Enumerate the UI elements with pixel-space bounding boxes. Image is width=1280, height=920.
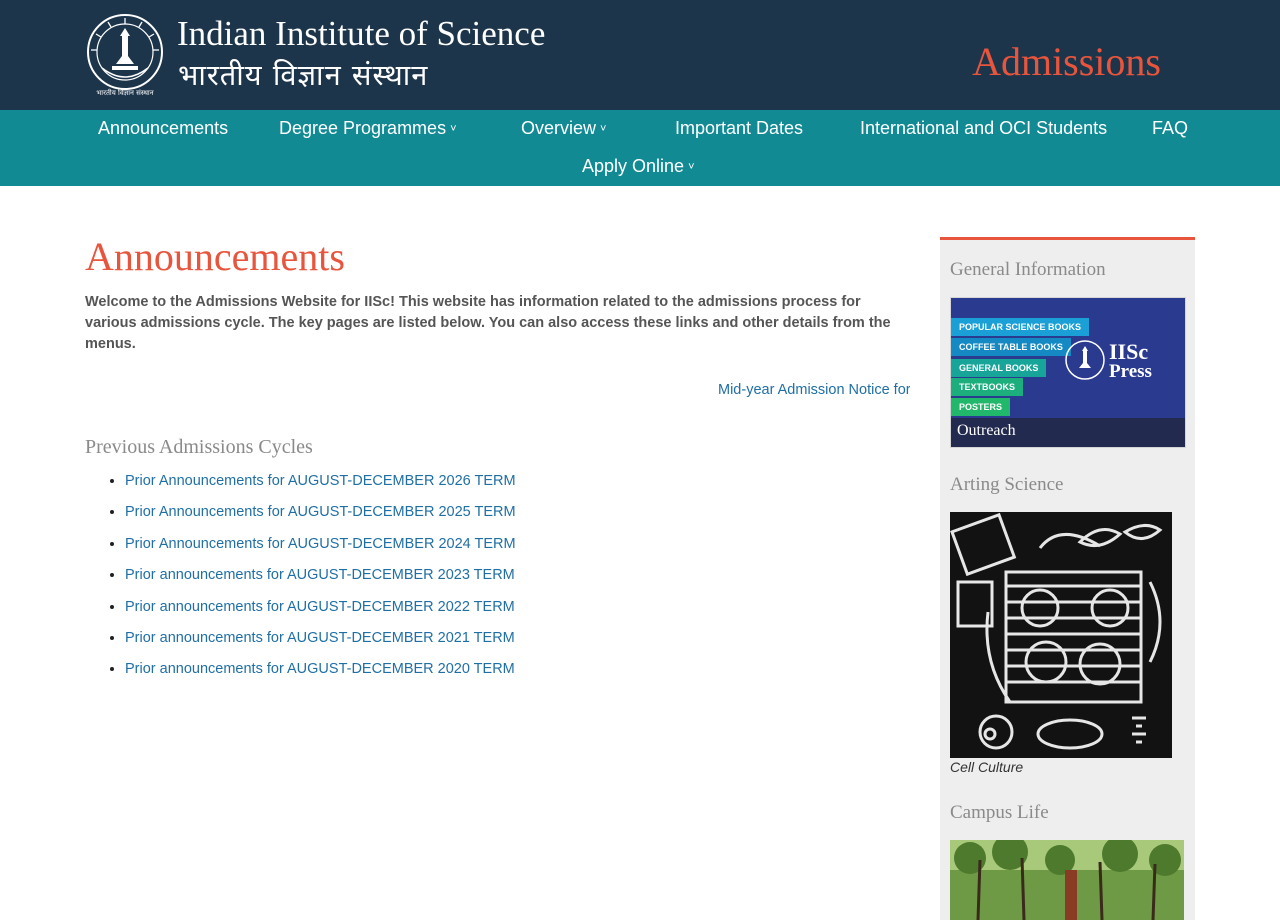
institute-name-english[interactable]: Indian Institute of Science: [177, 14, 545, 54]
list-item: Prior Announcements for AUGUST-DECEMBER …: [125, 473, 516, 504]
cell-culture-artwork[interactable]: [950, 512, 1172, 758]
prior-announcement-link[interactable]: Prior announcements for AUGUST-DECEMBER …: [125, 567, 515, 583]
iisc-press-banner[interactable]: POPULAR SCIENCE BOOKS COFFEE TABLE BOOKS…: [950, 297, 1186, 448]
press-caption-bar: Outreach: [951, 418, 1185, 447]
list-item: Prior Announcements for AUGUST-DECEMBER …: [125, 504, 516, 535]
nav-label: Degree Programmes: [279, 118, 447, 138]
chevron-down-icon: ˅: [600, 123, 607, 135]
chevron-down-icon: ˅: [688, 161, 695, 173]
campus-life-photo[interactable]: [950, 840, 1184, 920]
prior-announcement-link[interactable]: Prior announcements for AUGUST-DECEMBER …: [125, 661, 515, 677]
nav-label: Overview: [521, 118, 597, 138]
prior-announcement-link[interactable]: Prior announcements for AUGUST-DECEMBER …: [125, 599, 515, 615]
iisc-seal-icon: [1065, 340, 1105, 380]
art-caption: Cell Culture: [950, 759, 1024, 775]
press-tag: POSTERS: [951, 398, 1011, 416]
institute-name-hindi[interactable]: भारतीय विज्ञान संस्थान: [178, 55, 428, 94]
campus-life-heading: Campus Life: [950, 802, 1049, 823]
intro-text: Welcome to the Admissions Website for II…: [85, 294, 891, 352]
nav-item-important-dates[interactable]: Important Dates: [675, 118, 803, 139]
iisc-seal-logo[interactable]: भारतीय विज्ञान संस्थान: [82, 12, 168, 98]
sidebar: General Information POPULAR SCIENCE BOOK…: [940, 237, 1195, 920]
list-item: Prior announcements for AUGUST-DECEMBER …: [125, 630, 516, 661]
nav-label: Apply Online: [582, 156, 685, 176]
site-title[interactable]: Admissions: [972, 38, 1161, 85]
site-header: भारतीय विज्ञान संस्थान Indian Institute …: [0, 0, 1280, 110]
general-information-heading: General Information: [950, 259, 1106, 280]
nav-item-overview[interactable]: Overview ˅: [521, 118, 606, 139]
nav-item-international-oci[interactable]: International and OCI Students: [860, 118, 1107, 139]
list-item: Prior announcements for AUGUST-DECEMBER …: [125, 567, 516, 598]
seal-caption: भारतीय विज्ञान संस्थान: [96, 88, 153, 97]
press-title-line2: Press: [1109, 361, 1152, 382]
press-tag: COFFEE TABLE BOOKS: [951, 338, 1071, 356]
prior-announcement-link[interactable]: Prior Announcements for AUGUST-DECEMBER …: [125, 473, 516, 489]
prior-announcement-link[interactable]: Prior Announcements for AUGUST-DECEMBER …: [125, 536, 516, 552]
nav-item-faq[interactable]: FAQ: [1152, 118, 1188, 139]
list-item: Prior announcements for AUGUST-DECEMBER …: [125, 661, 516, 692]
nav-label: International and OCI Students: [860, 118, 1108, 138]
press-tag: GENERAL BOOKS: [951, 359, 1047, 377]
press-tag: TEXTBOOKS: [951, 378, 1024, 396]
chevron-down-icon: ˅: [450, 123, 457, 135]
nav-item-announcements[interactable]: Announcements: [98, 118, 228, 139]
press-tag: POPULAR SCIENCE BOOKS: [951, 318, 1090, 336]
nav-label: Important Dates: [675, 118, 804, 138]
page-title: Announcements: [85, 234, 345, 279]
ticker-link[interactable]: Mid-year Admission Notice for I: [718, 382, 910, 398]
arting-science-heading: Arting Science: [950, 474, 1064, 495]
press-title: IISc Press: [1109, 339, 1152, 382]
main-nav: Announcements Degree Programmes ˅ Overvie…: [0, 110, 1280, 186]
previous-cycles-heading: Previous Admissions Cycles: [85, 436, 313, 458]
announcement-ticker: Mid-year Admission Notice for I: [85, 382, 910, 402]
list-item: Prior announcements for AUGUST-DECEMBER …: [125, 599, 516, 630]
press-title-line1: IISc: [1109, 339, 1149, 364]
prior-announcement-link[interactable]: Prior announcements for AUGUST-DECEMBER …: [125, 630, 515, 646]
nav-item-degree-programmes[interactable]: Degree Programmes ˅: [279, 118, 457, 139]
press-caption: Outreach: [957, 422, 1016, 439]
nav-label: FAQ: [1152, 118, 1189, 138]
prior-announcement-link[interactable]: Prior Announcements for AUGUST-DECEMBER …: [125, 504, 516, 520]
nav-label: Announcements: [98, 118, 229, 138]
nav-item-apply-online[interactable]: Apply Online ˅: [582, 156, 695, 177]
list-item: Prior Announcements for AUGUST-DECEMBER …: [125, 536, 516, 567]
previous-cycles-list: Prior Announcements for AUGUST-DECEMBER …: [85, 473, 516, 693]
